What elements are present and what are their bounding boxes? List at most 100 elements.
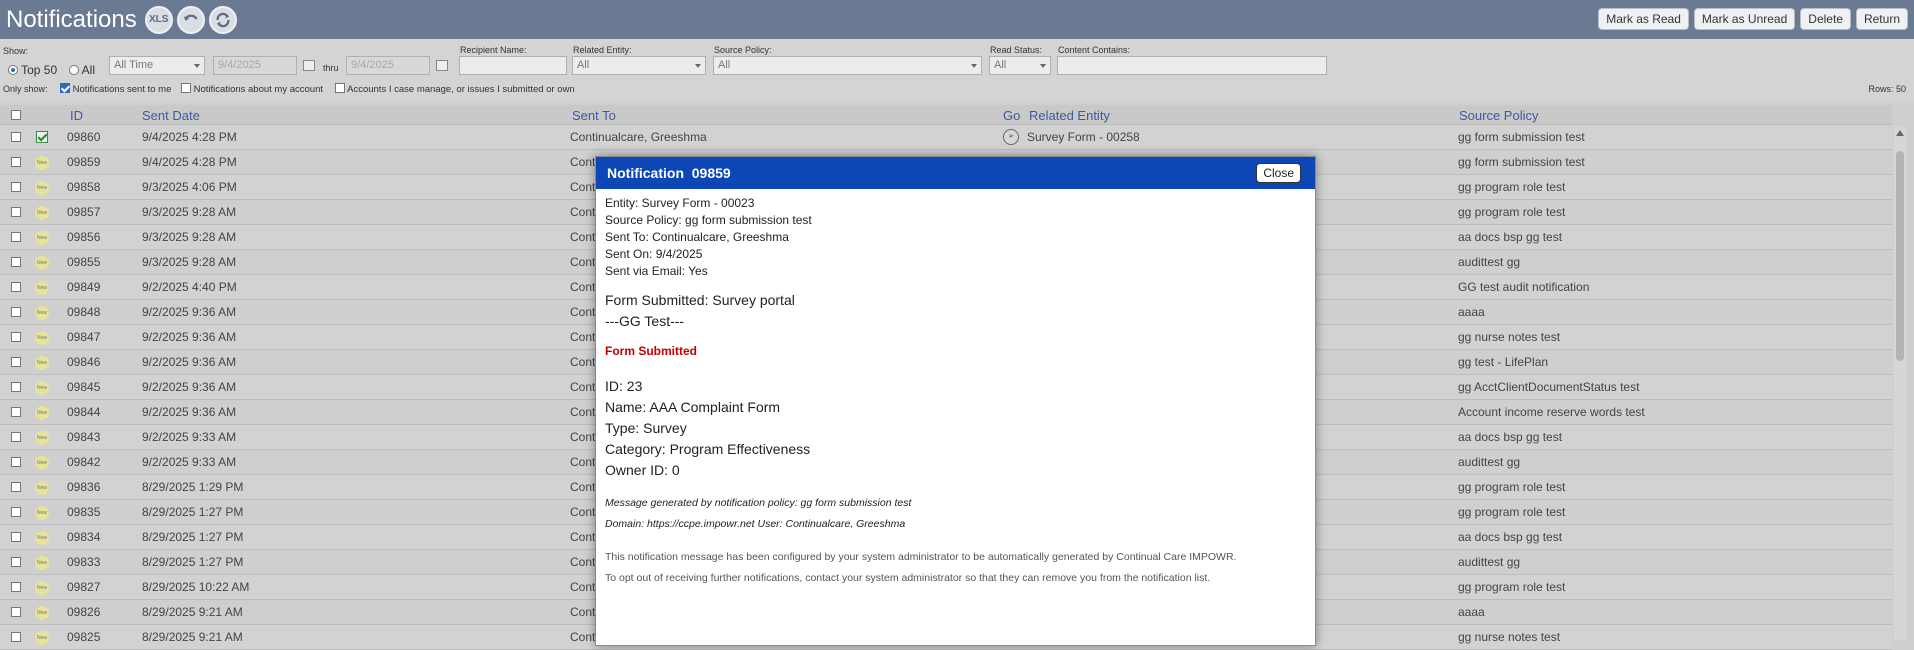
xls-icon: XLS [149,14,169,25]
delete-button[interactable]: Delete [1800,8,1851,30]
col-related-entity[interactable]: Related Entity [1029,108,1110,123]
case-manage-option[interactable]: Accounts I case manage, or issues I subm… [335,83,575,95]
row-checkbox[interactable] [11,132,21,142]
row-checkbox[interactable] [11,157,21,167]
close-button[interactable]: Close [1256,163,1301,183]
row-source-policy: GG test audit notification [1458,280,1590,294]
row-checkbox[interactable] [11,282,21,292]
row-sent-date: 9/3/2025 4:06 PM [142,180,237,194]
all-radio-dot[interactable] [69,65,79,75]
read-status-select[interactable]: All [989,56,1051,75]
modal-title: Notification 09859 [607,165,731,181]
export-xls-button[interactable]: XLS [144,5,173,34]
row-sent-date: 9/2/2025 9:36 AM [142,380,237,394]
row-sent-date: 9/2/2025 9:36 AM [142,305,237,319]
mark-as-unread-button[interactable]: Mark as Unread [1693,8,1796,30]
row-checkbox[interactable] [11,632,21,642]
all-radio[interactable]: All [69,63,95,77]
col-source-policy[interactable]: Source Policy [1459,108,1538,123]
all-label: All [81,63,96,77]
top50-label: Top 50 [21,63,58,77]
new-badge-icon: New [35,231,49,245]
new-badge-icon: New [35,481,49,495]
calendar-icon[interactable] [303,60,315,71]
source-policy-select[interactable]: All [713,56,982,75]
row-checkbox[interactable] [11,557,21,567]
chevron-down-icon [695,64,701,68]
table-row[interactable]: 09860 9/4/2025 4:28 PM Continualcare, Gree… [0,125,1892,150]
undo-button[interactable] [176,5,205,34]
time-range-select[interactable]: All Time [109,56,205,75]
scroll-up-icon[interactable] [1896,130,1904,136]
case-manage-checkbox[interactable] [335,83,345,93]
about-account-option[interactable]: Notifications about my account [181,83,323,95]
row-checkbox[interactable] [11,507,21,517]
sent-to-me-label: Notifications sent to me [72,84,172,95]
read-status-label: Read Status: [990,45,1043,55]
col-sent-to[interactable]: Sent To [572,108,616,123]
row-sent-to: Cont [570,280,596,294]
notification-modal: Notification 09859 Close Entity: Survey … [595,156,1316,646]
row-checkbox[interactable] [11,457,21,467]
row-checkbox[interactable] [11,232,21,242]
row-sent-date: 9/3/2025 9:28 AM [142,205,237,219]
detail-id: ID: 23 [605,378,643,394]
row-checkbox[interactable] [11,582,21,592]
row-source-policy: gg AcctClientDocumentStatus test [1458,380,1640,394]
row-checkbox[interactable] [11,607,21,617]
row-id: 09845 [67,380,101,394]
select-all-checkbox[interactable] [11,110,21,120]
row-id: 09827 [67,580,101,594]
return-button[interactable]: Return [1855,8,1908,30]
row-sent-date: 9/3/2025 9:28 AM [142,230,237,244]
row-checkbox[interactable] [11,382,21,392]
row-id: 09835 [67,505,101,519]
col-id[interactable]: ID [70,108,83,123]
about-account-checkbox[interactable] [181,83,191,93]
new-badge-icon: New [35,256,49,270]
new-badge-icon: New [35,356,49,370]
row-sent-date: 9/2/2025 9:36 AM [142,405,237,419]
date-to-input[interactable]: 9/4/2025 [346,56,430,75]
row-id: 09856 [67,230,101,244]
row-source-policy: aaaa [1458,305,1485,319]
related-entity-select[interactable]: All [572,56,706,75]
top50-radio[interactable]: Top 50 [8,63,57,77]
new-badge-icon: New [35,381,49,395]
date-from-input[interactable]: 9/4/2025 [213,56,297,75]
top50-radio-dot[interactable] [8,65,18,75]
go-icon[interactable]: ➢ [1003,129,1019,145]
col-go: Go [1003,108,1021,123]
row-checkbox[interactable] [11,432,21,442]
content-contains-input[interactable] [1057,56,1327,75]
entity-line: Entity: Survey Form - 00023 [605,196,755,210]
row-source-policy: aaaa [1458,605,1485,619]
calendar-icon[interactable] [436,60,448,71]
new-badge-icon: New [35,506,49,520]
row-checkbox[interactable] [11,257,21,267]
row-checkbox[interactable] [11,182,21,192]
header-bar: Notifications XLS Mark as Read Mark as U… [0,0,1914,39]
row-checkbox[interactable] [11,207,21,217]
row-checkbox[interactable] [11,532,21,542]
row-related-entity: Survey Form - 00258 [1027,130,1140,144]
col-sent-date[interactable]: Sent Date [142,108,200,123]
row-checkbox[interactable] [11,482,21,492]
recipient-input[interactable] [459,56,567,75]
row-checkbox[interactable] [11,332,21,342]
row-checkbox[interactable] [11,407,21,417]
row-id: 09846 [67,355,101,369]
row-checkbox[interactable] [11,307,21,317]
row-id: 09855 [67,255,101,269]
table-scrollbar[interactable] [1894,126,1906,640]
mark-as-read-button[interactable]: Mark as Read [1598,8,1689,30]
related-entity-label: Related Entity: [573,45,632,55]
row-sent-date: 8/29/2025 1:29 PM [142,480,244,494]
sent-to-me-checkbox[interactable] [60,83,70,93]
scrollbar-thumb[interactable] [1896,151,1904,361]
row-checkbox[interactable] [11,357,21,367]
refresh-button[interactable] [208,5,237,34]
sent-to-me-option[interactable]: Notifications sent to me [60,83,171,95]
row-sent-date: 9/2/2025 9:36 AM [142,330,237,344]
chevron-down-icon [971,64,977,68]
